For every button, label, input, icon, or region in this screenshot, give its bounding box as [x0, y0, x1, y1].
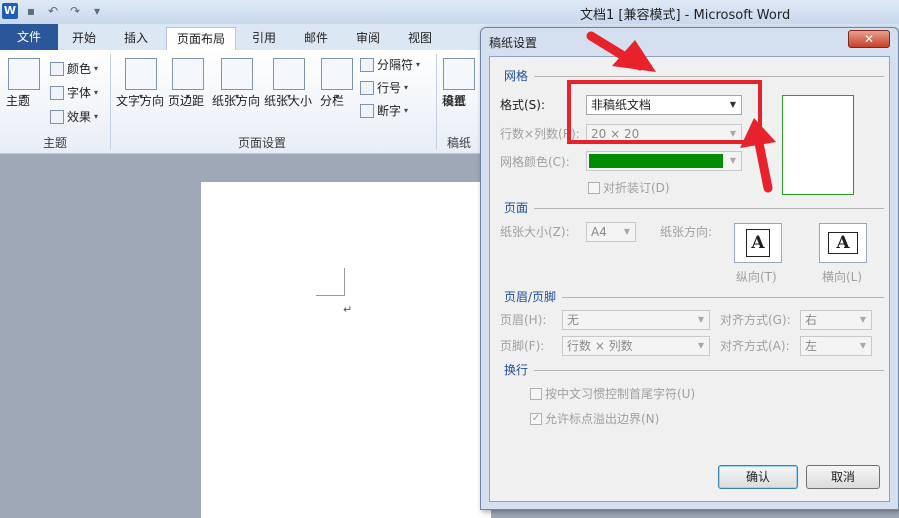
dialog-title: 稿纸设置 — [489, 36, 538, 50]
undo-icon[interactable]: ↶ — [46, 4, 60, 18]
theme-effects-button[interactable]: 效果 ▾ — [50, 108, 98, 125]
landscape-option[interactable]: A — [819, 223, 867, 263]
customize-qat-icon[interactable]: ▾ — [90, 4, 104, 18]
dialog-titlebar[interactable]: 稿纸设置 ✕ — [481, 28, 898, 54]
tab-page-layout[interactable]: 页面布局 — [166, 27, 237, 50]
line-break-section-title: 换行 — [504, 363, 529, 377]
hyphenation-icon — [360, 103, 374, 118]
page-section-title: 页面 — [504, 201, 529, 215]
text-direction-icon — [125, 58, 157, 90]
size-button[interactable]: 纸张大小 ▾ — [264, 58, 314, 108]
quick-access-toolbar: ▪ ↶ ↷ ▾ — [24, 4, 104, 18]
chinese-rules-checkbox[interactable]: 按中文习惯控制首尾字符(U) — [530, 385, 695, 402]
manuscript-group-label: 稿纸 — [446, 136, 471, 150]
tab-insert[interactable]: 插入 — [114, 27, 158, 50]
paper-size-select[interactable]: A4 ▼ — [586, 222, 636, 242]
theme-group-label: 主题 — [42, 136, 67, 150]
header-label: 页眉(H): — [500, 313, 547, 327]
header-select[interactable]: 无 ▼ — [562, 310, 710, 330]
word-app-icon[interactable]: W — [2, 3, 18, 19]
grid-color-swatch — [589, 154, 723, 168]
footer-align-label: 对齐方式(A): — [720, 339, 790, 353]
margins-button[interactable]: 页边距 ▾ — [168, 58, 208, 108]
grid-color-label: 网格颜色(C): — [500, 155, 570, 169]
format-label: 格式(S): — [500, 98, 546, 112]
paragraph-mark: ↵ — [343, 303, 353, 316]
line-numbers-button[interactable]: 行号 ▾ — [360, 79, 408, 96]
margin-corner-mark-h — [316, 295, 345, 296]
breaks-button[interactable]: 分隔符 ▾ — [360, 56, 420, 73]
title-bar: W ▪ ↶ ↷ ▾ 文档1 [兼容模式] - Microsoft Word — [0, 0, 899, 24]
page-setup-group-label: 页面设置 — [237, 136, 286, 150]
document-page[interactable] — [201, 182, 491, 518]
manuscript-icon — [443, 58, 475, 90]
header-footer-section-title: 页眉/页脚 — [504, 290, 557, 304]
line-numbers-icon — [360, 80, 374, 95]
window-title: 文档1 [兼容模式] - Microsoft Word — [580, 8, 791, 23]
save-icon[interactable]: ▪ — [24, 4, 38, 18]
header-align-label: 对齐方式(G): — [720, 313, 791, 327]
manuscript-settings-button[interactable]: 稿纸 设置 — [442, 58, 476, 108]
columns-button[interactable]: 分栏 ▾ — [320, 58, 354, 108]
hyphenation-button[interactable]: 断字 ▾ — [360, 102, 408, 119]
effects-icon — [50, 109, 64, 124]
margin-corner-mark — [344, 268, 345, 296]
tab-mailings[interactable]: 邮件 — [294, 27, 338, 50]
theme-fonts-button[interactable]: 字体 ▾ — [50, 84, 98, 101]
breaks-icon — [360, 57, 374, 72]
tab-file[interactable]: 文件 — [0, 24, 58, 50]
close-icon[interactable]: ✕ — [848, 30, 890, 48]
colors-icon — [50, 61, 64, 76]
footer-select[interactable]: 行数 × 列数 ▼ — [562, 336, 710, 356]
fonts-icon — [50, 85, 64, 100]
footer-align-select[interactable]: 左 ▼ — [800, 336, 872, 356]
portrait-option[interactable]: A — [734, 223, 782, 263]
fold-binding-checkbox[interactable]: 对折装订(D) — [588, 179, 670, 196]
orientation-icon — [221, 58, 253, 90]
text-direction-button[interactable]: 文字方向 ▾ — [116, 58, 166, 108]
header-align-select[interactable]: 右 ▼ — [800, 310, 872, 330]
portrait-page-icon: A — [746, 229, 770, 257]
redo-icon[interactable]: ↷ — [68, 4, 82, 18]
cancel-button[interactable]: 取消 — [806, 465, 880, 489]
portrait-label: 纵向(T) — [736, 270, 777, 284]
footer-label: 页脚(F): — [500, 339, 545, 353]
size-icon — [273, 58, 305, 90]
tab-review[interactable]: 审阅 — [346, 27, 390, 50]
themes-button[interactable]: 主题 ▾ — [6, 58, 42, 108]
landscape-page-icon: A — [828, 232, 858, 254]
chevron-down-icon: ▼ — [697, 315, 705, 324]
grid-section-title: 网格 — [504, 69, 529, 83]
tab-view[interactable]: 视图 — [398, 27, 442, 50]
chevron-down-icon: ▼ — [859, 341, 867, 350]
landscape-label: 横向(L) — [822, 270, 863, 284]
tab-references[interactable]: 引用 — [242, 27, 286, 50]
tab-home[interactable]: 开始 — [62, 27, 106, 50]
annotation-highlight-box — [567, 80, 762, 144]
paper-size-label: 纸张大小(Z): — [500, 225, 570, 239]
themes-icon — [8, 58, 40, 90]
chevron-down-icon: ▼ — [697, 341, 705, 350]
columns-icon — [321, 58, 353, 90]
orientation-label: 纸张方向: — [660, 225, 713, 239]
chevron-down-icon: ▼ — [729, 156, 737, 165]
orientation-button[interactable]: 纸张方向 ▾ — [212, 58, 262, 108]
punctuation-overflow-checkbox[interactable]: ✓ 允许标点溢出边界(N) — [530, 410, 659, 427]
grid-color-select[interactable]: ▼ — [586, 151, 742, 171]
chevron-down-icon: ▼ — [623, 227, 631, 236]
ok-button[interactable]: 确认 — [718, 465, 798, 489]
chevron-down-icon: ▼ — [859, 315, 867, 324]
margins-icon — [172, 58, 204, 90]
theme-colors-button[interactable]: 颜色 ▾ — [50, 60, 98, 77]
grid-preview — [782, 95, 854, 195]
